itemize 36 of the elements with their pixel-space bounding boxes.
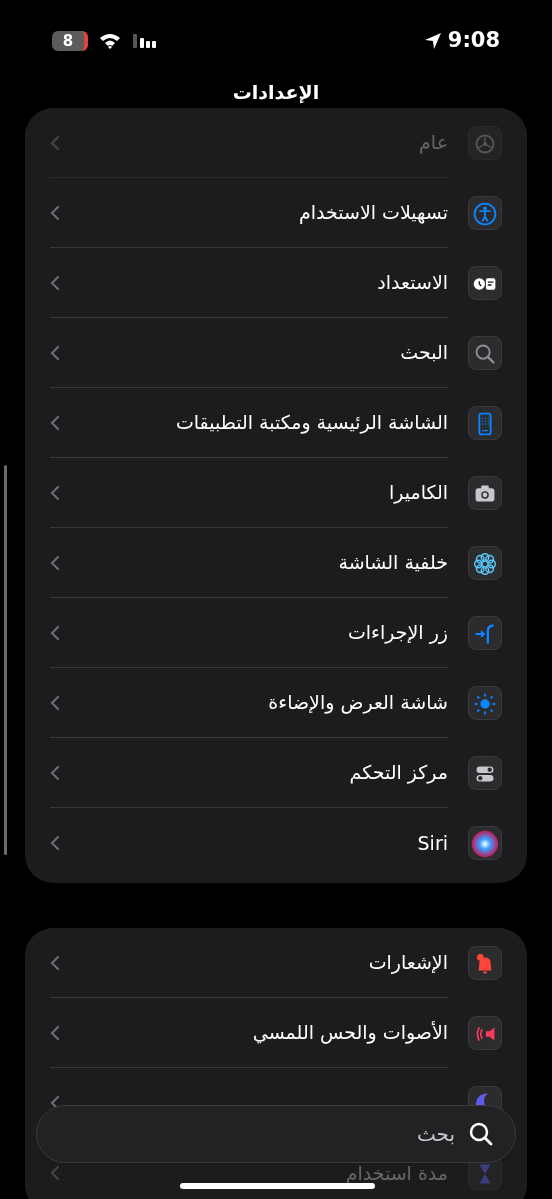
search-field[interactable]: بحث [36, 1105, 516, 1163]
chevron-icon [50, 954, 60, 971]
row-label: الشاشة الرئيسية ومكتبة التطبيقات [175, 410, 448, 436]
row-label: خلفية الشاشة [338, 550, 448, 576]
chevron-icon [50, 344, 60, 361]
chevron-icon [50, 1024, 60, 1041]
row-label: Siri [417, 830, 448, 856]
chevron-icon [50, 274, 60, 291]
row-label: البحث [400, 340, 448, 366]
signal-icon [132, 32, 158, 50]
status-time: 9:08 [447, 27, 500, 55]
row-label: الإشعارات [368, 950, 448, 976]
location-arrow-icon [423, 32, 442, 50]
page-title: الإعدادات [231, 82, 321, 106]
chevron-icon [50, 484, 60, 501]
chevron-icon [50, 204, 60, 221]
chevron-icon [50, 414, 60, 431]
row-label: مدة استخدام [345, 1160, 448, 1186]
chevron-icon [50, 694, 60, 711]
row-label: زر الإجراءات [347, 620, 448, 646]
row-label: شاشة العرض والإضاءة [268, 690, 448, 716]
row-label: تسهيلات الاستخدام [298, 200, 448, 226]
row-label: الأصوات والحس اللمسي [252, 1020, 448, 1046]
chevron-icon [50, 835, 60, 851]
row-label: الاستعداد [377, 270, 448, 296]
chevron-icon [50, 554, 60, 571]
search-icon [468, 1121, 494, 1147]
row-label: مركز التحكم [349, 760, 448, 786]
chevron-icon [50, 624, 60, 641]
row-label: عام [419, 130, 448, 156]
chevron-icon [50, 1165, 60, 1181]
row-label: الكاميرا [388, 480, 448, 506]
chevron-icon [50, 764, 60, 781]
wifi-icon [98, 32, 122, 50]
chevron-icon [50, 134, 60, 151]
battery-indicator: 8 [52, 31, 88, 51]
